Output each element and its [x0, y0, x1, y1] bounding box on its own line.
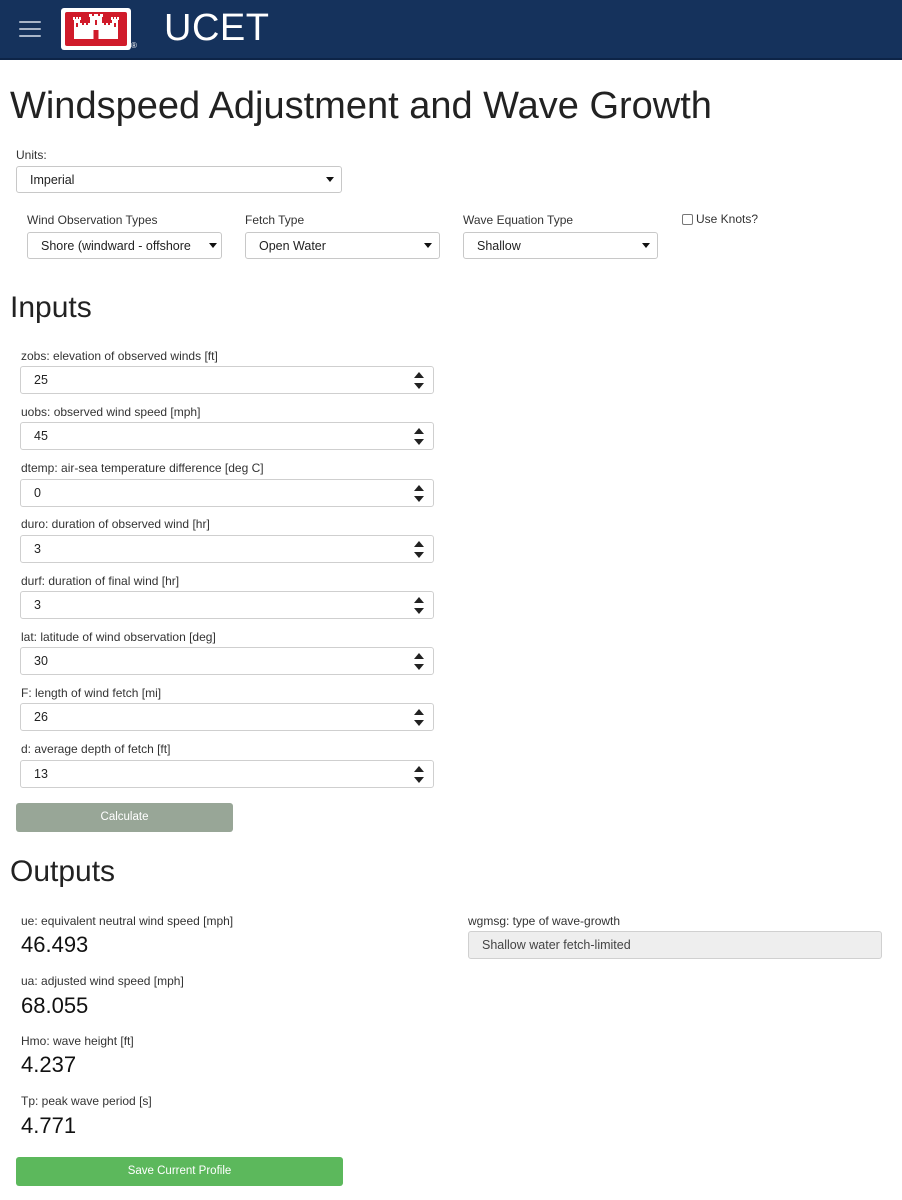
- input-label-zobs: zobs: elevation of observed winds [ft]: [21, 349, 218, 363]
- duro-input[interactable]: 3: [20, 535, 434, 563]
- lat-input-value: 30: [34, 654, 48, 668]
- top-navbar: ® UCET: [0, 0, 902, 60]
- inputs-heading: Inputs: [10, 291, 92, 324]
- dtemp-input-value: 0: [34, 486, 41, 500]
- fetch-length-input-value: 26: [34, 710, 48, 724]
- input-label-durf: durf: duration of final wind [hr]: [21, 574, 180, 588]
- duro-input-value: 3: [34, 542, 41, 556]
- units-label: Units:: [16, 148, 47, 162]
- stepper-arrows-icon[interactable]: [414, 485, 424, 503]
- uobs-input-value: 45: [34, 429, 48, 443]
- zobs-input-value: 25: [34, 373, 48, 387]
- chevron-down-icon: [326, 177, 334, 182]
- durf-input[interactable]: 3: [20, 591, 434, 619]
- input-label-dtemp: dtemp: air-sea temperature difference [d…: [21, 461, 264, 475]
- input-label-uobs: uobs: observed wind speed [mph]: [21, 405, 201, 419]
- output-label-hmo: Hmo: wave height [ft]: [21, 1034, 134, 1048]
- stepper-arrows-icon[interactable]: [414, 372, 424, 390]
- save-profile-button[interactable]: Save Current Profile: [16, 1157, 343, 1186]
- page-title: Windspeed Adjustment and Wave Growth: [10, 85, 712, 127]
- wave-equation-label: Wave Equation Type: [463, 213, 574, 227]
- depth-input[interactable]: 13: [20, 760, 434, 788]
- durf-input-value: 3: [34, 598, 41, 612]
- use-knots-checkbox[interactable]: [682, 214, 693, 225]
- stepper-arrows-icon[interactable]: [414, 653, 424, 671]
- hamburger-menu-icon[interactable]: [19, 19, 43, 39]
- units-select-value: Imperial: [30, 173, 75, 187]
- zobs-input[interactable]: 25: [20, 366, 434, 394]
- stepper-arrows-icon[interactable]: [414, 766, 424, 784]
- use-knots-option[interactable]: Use Knots?: [682, 212, 758, 226]
- units-select[interactable]: Imperial: [16, 166, 342, 193]
- uobs-input[interactable]: 45: [20, 422, 434, 450]
- wave-equation-select-value: Shallow: [477, 239, 521, 253]
- output-label-ue: ue: equivalent neutral wind speed [mph]: [21, 914, 234, 928]
- registered-mark: ®: [131, 41, 137, 50]
- lat-input[interactable]: 30: [20, 647, 434, 675]
- stepper-arrows-icon[interactable]: [414, 597, 424, 615]
- input-label-depth: d: average depth of fetch [ft]: [21, 742, 171, 756]
- wgmsg-label: wgmsg: type of wave-growth: [468, 914, 621, 928]
- chevron-down-icon: [209, 243, 217, 248]
- stepper-arrows-icon[interactable]: [414, 541, 424, 559]
- output-label-tp: Tp: peak wave period [s]: [21, 1094, 152, 1108]
- wind-observation-select-value: Shore (windward - offshore: [41, 239, 191, 253]
- fetch-type-select-value: Open Water: [259, 239, 326, 253]
- output-value-tp: 4.771: [21, 1113, 77, 1138]
- input-label-duro: duro: duration of observed wind [hr]: [21, 517, 210, 531]
- dtemp-input[interactable]: 0: [20, 479, 434, 507]
- wind-observation-select[interactable]: Shore (windward - offshore: [27, 232, 222, 259]
- fetch-type-label: Fetch Type: [245, 213, 305, 227]
- wave-equation-select[interactable]: Shallow: [463, 232, 658, 259]
- input-label-fetch: F: length of wind fetch [mi]: [21, 686, 162, 700]
- depth-input-value: 13: [34, 767, 48, 781]
- output-label-ua: ua: adjusted wind speed [mph]: [21, 974, 184, 988]
- chevron-down-icon: [424, 243, 432, 248]
- calculate-button[interactable]: Calculate: [16, 803, 233, 832]
- stepper-arrows-icon[interactable]: [414, 709, 424, 727]
- output-value-ua: 68.055: [21, 993, 89, 1018]
- outputs-heading: Outputs: [10, 855, 116, 888]
- wind-observation-label: Wind Observation Types: [27, 213, 158, 227]
- fetch-length-input[interactable]: 26: [20, 703, 434, 731]
- use-knots-label: Use Knots?: [696, 212, 759, 226]
- wgmsg-field: Shallow water fetch-limited: [468, 931, 882, 959]
- output-value-ue: 46.493: [21, 932, 89, 957]
- input-label-lat: lat: latitude of wind observation [deg]: [21, 630, 216, 644]
- output-value-hmo: 4.237: [21, 1052, 77, 1077]
- app-title[interactable]: UCET: [164, 7, 269, 50]
- castle-logo-icon[interactable]: [61, 8, 131, 50]
- stepper-arrows-icon[interactable]: [414, 428, 424, 446]
- fetch-type-select[interactable]: Open Water: [245, 232, 440, 259]
- chevron-down-icon: [642, 243, 650, 248]
